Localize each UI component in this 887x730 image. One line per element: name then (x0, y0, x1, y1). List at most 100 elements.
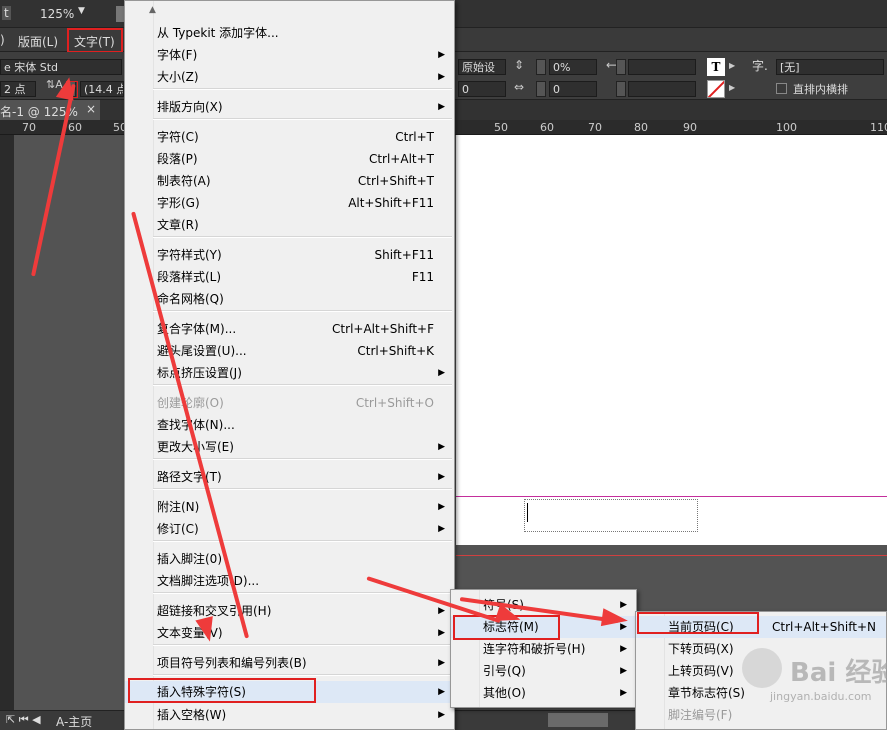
menu-item-label: 复合字体(M)... (157, 322, 237, 336)
baseline-icon: ⇔ (514, 80, 525, 94)
arrowhead-4 (600, 608, 630, 630)
menu-item-label: 段落样式(L) (157, 270, 222, 284)
submenu-arrow-icon: ▶ (438, 658, 445, 668)
text-stroke-none-icon[interactable] (707, 80, 725, 98)
menu-item-label: 字符(C) (157, 130, 199, 144)
menu-item[interactable]: 路径文字(T) ▶ (125, 466, 454, 488)
rotate-spinner[interactable] (616, 81, 626, 97)
text-frame[interactable] (524, 499, 698, 532)
text-fill-icon[interactable]: T (707, 58, 725, 76)
font-size-field[interactable]: 2 点 (0, 81, 36, 97)
menu-item-label: 字形(G) (157, 196, 200, 210)
skew-spinner[interactable] (616, 59, 626, 75)
menu-item[interactable]: 文本变量(V) ▶ (125, 622, 454, 644)
menu-separator (153, 540, 452, 542)
special-char-submenu: 符号(S)▶标志符(M)▶连字符和破折号(H)▶引号(Q)▶其他(O)▶ (450, 589, 637, 708)
menu-item-label: 插入空格(W) (157, 708, 227, 722)
horizontal-scrollbar[interactable] (548, 713, 608, 727)
ruler-label: 90 (683, 121, 697, 134)
submenu-item[interactable]: 其他(O) ▶ (451, 682, 636, 704)
ruler-label: 110 (870, 121, 887, 134)
submenu-item-label: 其他(O) (483, 686, 526, 700)
menu-item[interactable]: 从 Typekit 添加字体... (125, 22, 454, 44)
menu-separator (153, 88, 452, 90)
menu-item[interactable]: 制表符(A) Ctrl+Shift+T (125, 170, 454, 192)
menu-item-label: 附注(N) (157, 500, 200, 514)
menu-item-shortcut: Alt+Shift+F11 (348, 196, 434, 210)
submenu-arrow-icon: ▶ (438, 524, 445, 534)
document-page[interactable] (456, 135, 887, 545)
menu-item[interactable]: 字形(G) Alt+Shift+F11 (125, 192, 454, 214)
screen-mode-icon[interactable] (116, 6, 124, 22)
submenu-arrow-icon: ▶ (438, 72, 445, 82)
menu-layout[interactable]: 版面(L) (18, 33, 58, 50)
close-icon[interactable]: × (86, 102, 96, 116)
skew-field[interactable] (628, 59, 696, 75)
menu-item[interactable]: 排版方向(X) ▶ (125, 96, 454, 118)
menu-item-shortcut: Shift+F11 (374, 248, 434, 262)
menu-item[interactable]: 字符样式(Y) Shift+F11 (125, 244, 454, 266)
page-selector[interactable]: A-主页 (56, 713, 92, 730)
tracking-mode-field[interactable]: 原始设 (458, 59, 506, 75)
menu-item[interactable]: 段落(P) Ctrl+Alt+T (125, 148, 454, 170)
menu-item[interactable]: 附注(N) ▶ (125, 496, 454, 518)
menu-separator (153, 488, 452, 490)
menu-item[interactable]: 文章(R) (125, 214, 454, 236)
menu-item[interactable]: 大小(Z) ▶ (125, 66, 454, 88)
baseline-shift-field[interactable]: 0 (549, 81, 597, 97)
menu-item[interactable]: 更改大小写(E)▶ (125, 436, 454, 458)
menu-item-label: 修订(C) (157, 522, 199, 536)
submenu-arrow-icon: ▶ (438, 710, 445, 720)
submenu-arrow-icon: ▶ (620, 688, 627, 698)
menu-item[interactable]: 插入空格(W) ▶ (125, 704, 454, 726)
zoom-select[interactable]: 125% (40, 7, 74, 21)
baseline-spinner[interactable] (536, 81, 546, 97)
menu-item-label: 文档脚注选项(D)... (157, 574, 260, 588)
font-family-field[interactable]: e 宋体 Std (0, 59, 122, 75)
menu-item[interactable]: 查找字体(N)... (125, 414, 454, 436)
tracking-field[interactable]: 0% (549, 59, 597, 75)
document-tab[interactable]: 名-1 @ 125% × (0, 100, 100, 120)
menu-item-label: 命名网格(Q) (157, 292, 224, 306)
char-style-label: 字. (752, 59, 768, 73)
watermark-logo-text: Bai 经验 (790, 658, 887, 688)
submenu-item[interactable]: 连字符和破折号(H) ▶ (451, 638, 636, 660)
scale-spinner[interactable] (536, 59, 546, 75)
stroke-arrow-icon[interactable]: ▶ (729, 83, 735, 92)
scale-icon: ⇕ (514, 58, 525, 72)
menu-item[interactable]: 项目符号列表和编号列表(B) ▶ (125, 652, 454, 674)
watermark-url: jingyan.baidu.com (770, 690, 872, 703)
bleed-guide (456, 555, 887, 556)
menu-item[interactable]: 字体(F) ▶ (125, 44, 454, 66)
submenu-arrow-icon: ▶ (620, 644, 627, 654)
menu-item: 创建轮廓(O) Ctrl+Shift+O (125, 392, 454, 414)
menu-item[interactable]: 超链接和交叉引用(H) ▶ (125, 600, 454, 622)
submenu-item-label: 下转页码(X) (668, 642, 734, 656)
menu-item-label: 从 Typekit 添加字体... (157, 26, 279, 40)
submenu-item-label: 上转页码(V) (668, 664, 734, 678)
menu-item-shortcut: Ctrl+Alt+Shift+F (332, 322, 434, 336)
menu-item-label: 项目符号列表和编号列表(B) (157, 656, 307, 670)
char-style-field[interactable]: [无] (776, 59, 884, 75)
menu-item-label: 超链接和交叉引用(H) (157, 604, 272, 618)
menu-item-label: 路径文字(T) (157, 470, 222, 484)
submenu-arrow-icon: ▶ (620, 666, 627, 676)
menu-item[interactable]: 插入脚注(0) (125, 548, 454, 570)
menu-item[interactable]: 复合字体(M)... Ctrl+Alt+Shift+F (125, 318, 454, 340)
rotate-field[interactable] (628, 81, 696, 97)
menu-item[interactable]: 字符(C) Ctrl+T (125, 126, 454, 148)
leading-field[interactable]: (14.4 点 (80, 81, 124, 97)
menu-item[interactable]: 命名网格(Q) (125, 288, 454, 310)
menu-item-label: 创建轮廓(O) (157, 396, 224, 410)
submenu-item[interactable]: 引号(Q) ▶ (451, 660, 636, 682)
page-nav-icons[interactable]: ⇱ ⏮ ◀ (6, 713, 41, 727)
submenu-arrow-icon: ▶ (438, 368, 445, 378)
fill-arrow-icon[interactable]: ▶ (729, 61, 735, 70)
menu-item[interactable]: 修订(C) ▶ (125, 518, 454, 540)
baseline-field[interactable]: 0 (458, 81, 506, 97)
chevron-down-icon[interactable]: ▼ (78, 6, 85, 16)
scroll-up-icon[interactable]: ▲ (149, 5, 156, 15)
menu-separator (153, 310, 452, 312)
vertical-checkbox[interactable] (776, 83, 787, 94)
menu-item[interactable]: 段落样式(L) F11 (125, 266, 454, 288)
